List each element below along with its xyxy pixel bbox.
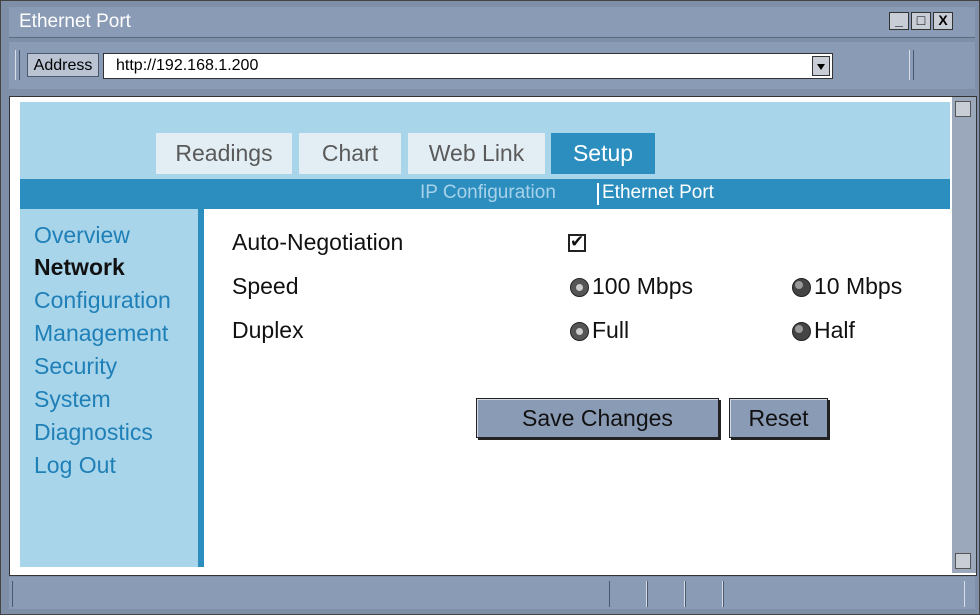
subnav-divider: [597, 183, 599, 205]
title-bar[interactable]: Ethernet Port _ □ X: [9, 7, 975, 38]
sidebar-item-log-out[interactable]: Log Out: [34, 452, 116, 479]
minimize-button[interactable]: _: [889, 12, 909, 30]
status-bar: [9, 577, 975, 609]
auto-negotiation-label: Auto-Negotiation: [232, 229, 404, 255]
save-changes-button[interactable]: Save Changes: [476, 398, 719, 438]
tab-web-link[interactable]: Web Link: [408, 133, 545, 174]
duplex-full-label: Full: [592, 317, 630, 343]
duplex-half-label: Half: [814, 317, 855, 343]
toolbar-grip-right[interactable]: [909, 50, 914, 80]
sidebar-item-security[interactable]: Security: [34, 353, 117, 380]
status-zone-cell: [723, 581, 965, 607]
sidebar-item-system[interactable]: System: [34, 386, 111, 413]
address-dropdown-button[interactable]: [812, 56, 830, 76]
address-input[interactable]: http://192.168.1.200: [103, 53, 833, 79]
status-cell: [685, 581, 723, 607]
speed-100-radio[interactable]: [570, 278, 589, 297]
browser-window: Ethernet Port _ □ X Address http://192.1…: [0, 0, 980, 615]
auto-negotiation-checkbox[interactable]: [568, 232, 586, 252]
status-text-cell: [12, 581, 610, 607]
tab-chart[interactable]: Chart: [299, 133, 401, 174]
duplex-full-radio[interactable]: [570, 322, 589, 341]
speed-label: Speed: [232, 273, 299, 299]
maximize-button[interactable]: □: [911, 12, 931, 30]
status-cell: [647, 581, 685, 607]
speed-10-label: 10 Mbps: [814, 273, 903, 299]
duplex-label: Duplex: [232, 317, 304, 343]
reset-button[interactable]: Reset: [729, 398, 828, 438]
tab-setup[interactable]: Setup: [551, 133, 655, 174]
toolbar-grip[interactable]: [15, 50, 20, 80]
sidebar-item-diagnostics[interactable]: Diagnostics: [34, 419, 153, 446]
scroll-up-button[interactable]: [955, 101, 971, 117]
sidebar: Overview Network Configuration Managemen…: [20, 209, 202, 567]
subnav-ip-configuration[interactable]: IP Configuration: [420, 182, 556, 204]
status-cell: [609, 581, 647, 607]
tab-band: Readings Chart Web Link Setup: [20, 102, 950, 179]
address-bar: Address http://192.168.1.200: [9, 42, 975, 89]
address-url: http://192.168.1.200: [116, 57, 259, 74]
address-label: Address: [27, 53, 99, 77]
sidebar-item-management[interactable]: Management: [34, 320, 168, 347]
window-title: Ethernet Port: [19, 11, 131, 32]
sidebar-item-network[interactable]: Network: [34, 254, 125, 281]
scroll-down-button[interactable]: [955, 553, 971, 569]
close-button[interactable]: X: [933, 12, 953, 30]
page-viewport: Readings Chart Web Link Setup IP Configu…: [9, 96, 977, 576]
duplex-half-radio[interactable]: [792, 322, 811, 341]
sidebar-item-overview[interactable]: Overview: [34, 222, 130, 249]
subnav-ethernet-port[interactable]: Ethernet Port: [602, 182, 714, 204]
vertical-scrollbar[interactable]: [952, 97, 976, 573]
speed-10-radio[interactable]: [792, 278, 811, 297]
sub-navigation: IP Configuration Ethernet Port: [20, 179, 950, 209]
sidebar-item-configuration[interactable]: Configuration: [34, 287, 171, 314]
speed-100-label: 100 Mbps: [592, 273, 694, 299]
settings-panel: Auto-Negotiation Speed 100 Mbps 10 Mbps …: [204, 209, 950, 567]
tab-readings[interactable]: Readings: [156, 133, 292, 174]
